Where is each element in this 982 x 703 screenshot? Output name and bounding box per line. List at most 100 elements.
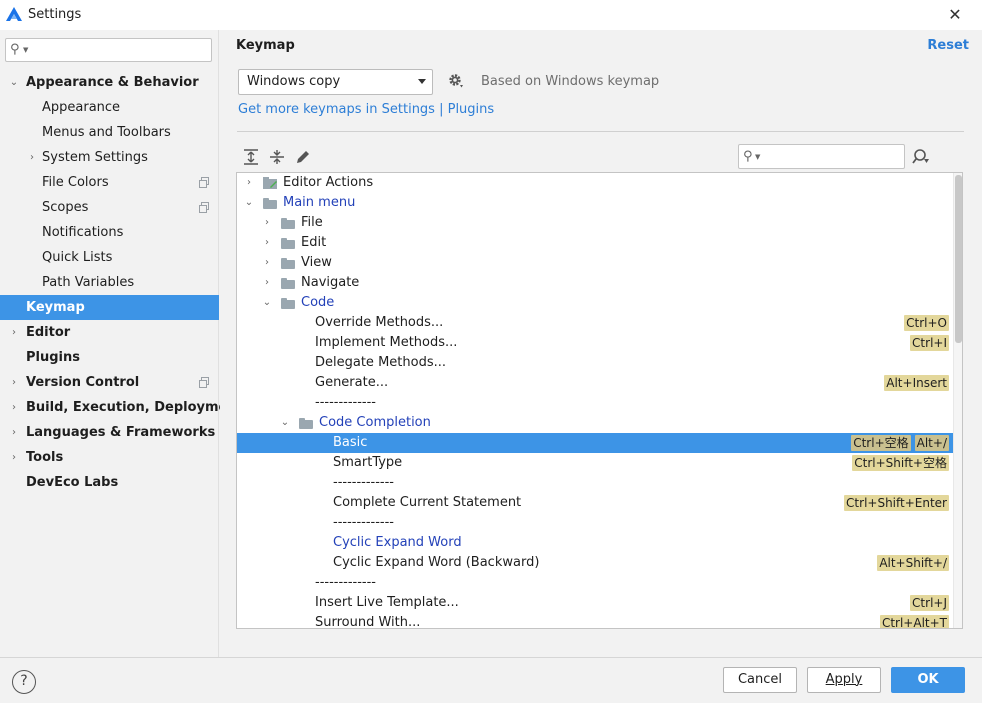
chevron-down-icon: ▼: [755, 153, 761, 161]
shortcut-badge: Alt+Insert: [884, 375, 949, 391]
tree-row[interactable]: Implement Methods... Ctrl+I: [237, 333, 962, 353]
shortcut-list: Ctrl+Alt+T: [879, 615, 949, 629]
tree-row[interactable]: › View: [237, 253, 962, 273]
sidebar-item[interactable]: Scopes: [0, 195, 219, 220]
sidebar-item[interactable]: › System Settings: [0, 145, 219, 170]
sidebar-item-label: System Settings: [42, 150, 148, 165]
tree-row[interactable]: -------------: [237, 473, 962, 493]
sidebar-item[interactable]: › Version Control: [0, 370, 219, 395]
scrollbar-thumb[interactable]: [955, 175, 962, 343]
sidebar-search-input[interactable]: [32, 41, 207, 59]
chevron-down-icon[interactable]: ⌄: [279, 413, 291, 433]
shortcut-badge: Ctrl+Alt+T: [879, 615, 949, 629]
tree-row[interactable]: -------------: [237, 513, 962, 533]
more-keymaps-link[interactable]: Get more keymaps in Settings | Plugins: [238, 102, 494, 117]
tree-row-label: Delegate Methods...: [315, 355, 446, 370]
chevron-right-icon[interactable]: ›: [243, 173, 255, 193]
sidebar-item[interactable]: Plugins: [0, 345, 219, 370]
sidebar-item-label: Keymap: [26, 300, 85, 315]
chevron-right-icon[interactable]: ›: [8, 445, 20, 470]
sidebar-search[interactable]: ⚲ ▼: [5, 38, 212, 62]
ok-button[interactable]: OK: [891, 667, 965, 693]
chevron-down-icon: ▼: [23, 46, 29, 54]
sidebar-item-label: Menus and Toolbars: [42, 125, 171, 140]
gear-icon[interactable]: [448, 73, 464, 89]
tree-row[interactable]: › Editor Actions: [237, 173, 962, 193]
chevron-down-icon[interactable]: ⌄: [243, 193, 255, 213]
tree-row[interactable]: Basic Ctrl+空格 Alt+/: [237, 433, 962, 453]
apply-button[interactable]: Apply: [807, 667, 881, 693]
sidebar-item[interactable]: Keymap: [0, 295, 219, 320]
copy-settings-icon: [199, 177, 209, 188]
tree-row[interactable]: Generate... Alt+Insert: [237, 373, 962, 393]
chevron-right-icon[interactable]: ›: [8, 395, 20, 420]
shortcut-list: Ctrl+空格 Alt+/: [851, 435, 949, 451]
sidebar-item-label: File Colors: [42, 175, 109, 190]
shortcut-list: Ctrl+Shift+空格: [852, 455, 949, 471]
tree-row[interactable]: Cyclic Expand Word: [237, 533, 962, 553]
sidebar-item[interactable]: › Editor: [0, 320, 219, 345]
tree-row[interactable]: SmartType Ctrl+Shift+空格: [237, 453, 962, 473]
reset-link[interactable]: Reset: [927, 38, 969, 53]
tree-row[interactable]: Cyclic Expand Word (Backward) Alt+Shift+/: [237, 553, 962, 573]
chevron-right-icon[interactable]: ›: [8, 370, 20, 395]
tree-row[interactable]: › Navigate: [237, 273, 962, 293]
cancel-button[interactable]: Cancel: [723, 667, 797, 693]
divider: [237, 131, 964, 132]
chevron-right-icon[interactable]: ›: [8, 320, 20, 345]
expand-all-icon[interactable]: [242, 148, 260, 166]
tree-row[interactable]: › Edit: [237, 233, 962, 253]
sidebar-item-label: Appearance: [42, 100, 121, 115]
tree-row[interactable]: Delegate Methods...: [237, 353, 962, 373]
sidebar-tree: ⌄ Appearance & Behavior Appearance Menus an…: [0, 70, 243, 495]
actions-tree[interactable]: › Editor Actions ⌄ Main menu › File › Edit › View…: [236, 172, 963, 629]
chevron-down-icon[interactable]: ⌄: [8, 70, 20, 95]
tree-row[interactable]: Override Methods... Ctrl+O: [237, 313, 962, 333]
chevron-right-icon[interactable]: ›: [261, 253, 273, 273]
sidebar-item[interactable]: › Languages & Frameworks: [0, 420, 219, 445]
keymap-panel: Keymap Reset Windows copy Based on Windo…: [220, 30, 982, 657]
sidebar-item[interactable]: Notifications: [0, 220, 219, 245]
window-title: Settings: [28, 7, 82, 22]
tree-row-label: -------------: [315, 575, 376, 590]
tree-row[interactable]: ⌄ Code: [237, 293, 962, 313]
sidebar-item[interactable]: ⌄ Appearance & Behavior: [0, 70, 219, 95]
collapse-all-icon[interactable]: [268, 148, 286, 166]
tree-row[interactable]: -------------: [237, 393, 962, 413]
dialog-footer: ? Cancel Apply OK: [0, 657, 982, 703]
help-button[interactable]: ?: [12, 670, 36, 694]
folder-icon: [281, 298, 295, 309]
sidebar-item[interactable]: Quick Lists: [0, 245, 219, 270]
app-logo-icon: [6, 7, 22, 21]
tree-row[interactable]: Surround With... Ctrl+Alt+T: [237, 613, 962, 629]
chevron-right-icon[interactable]: ›: [261, 273, 273, 293]
tree-search[interactable]: ⚲ ▼: [738, 144, 905, 169]
tree-row[interactable]: ⌄ Code Completion: [237, 413, 962, 433]
sidebar-item[interactable]: Menus and Toolbars: [0, 120, 219, 145]
sidebar-item[interactable]: Path Variables: [0, 270, 219, 295]
close-icon[interactable]: ✕: [944, 4, 966, 26]
tree-search-input[interactable]: [765, 148, 900, 166]
chevron-down-icon[interactable]: ⌄: [261, 293, 273, 313]
tree-row[interactable]: ⌄ Main menu: [237, 193, 962, 213]
sidebar-item[interactable]: File Colors: [0, 170, 219, 195]
chevron-right-icon[interactable]: ›: [8, 420, 20, 445]
sidebar-item[interactable]: › Tools: [0, 445, 219, 470]
sidebar-item[interactable]: DevEco Labs: [0, 470, 219, 495]
tree-row[interactable]: -------------: [237, 573, 962, 593]
tree-row[interactable]: › File: [237, 213, 962, 233]
shortcut-list: Ctrl+Shift+Enter: [844, 495, 949, 511]
find-shortcut-icon[interactable]: [912, 148, 930, 166]
chevron-right-icon[interactable]: ›: [26, 145, 38, 170]
tree-row[interactable]: Insert Live Template... Ctrl+J: [237, 593, 962, 613]
chevron-right-icon[interactable]: ›: [261, 213, 273, 233]
vertical-scrollbar[interactable]: [953, 173, 962, 628]
tree-row[interactable]: Complete Current Statement Ctrl+Shift+Ent…: [237, 493, 962, 513]
copy-settings-icon: [199, 377, 209, 388]
sidebar-item[interactable]: Appearance: [0, 95, 219, 120]
chevron-right-icon[interactable]: ›: [261, 233, 273, 253]
based-on-label: Based on Windows keymap: [481, 74, 660, 89]
pencil-icon[interactable]: [294, 148, 312, 166]
sidebar-item[interactable]: › Build, Execution, Deployment: [0, 395, 243, 420]
keymap-select[interactable]: Windows copy: [238, 69, 433, 95]
